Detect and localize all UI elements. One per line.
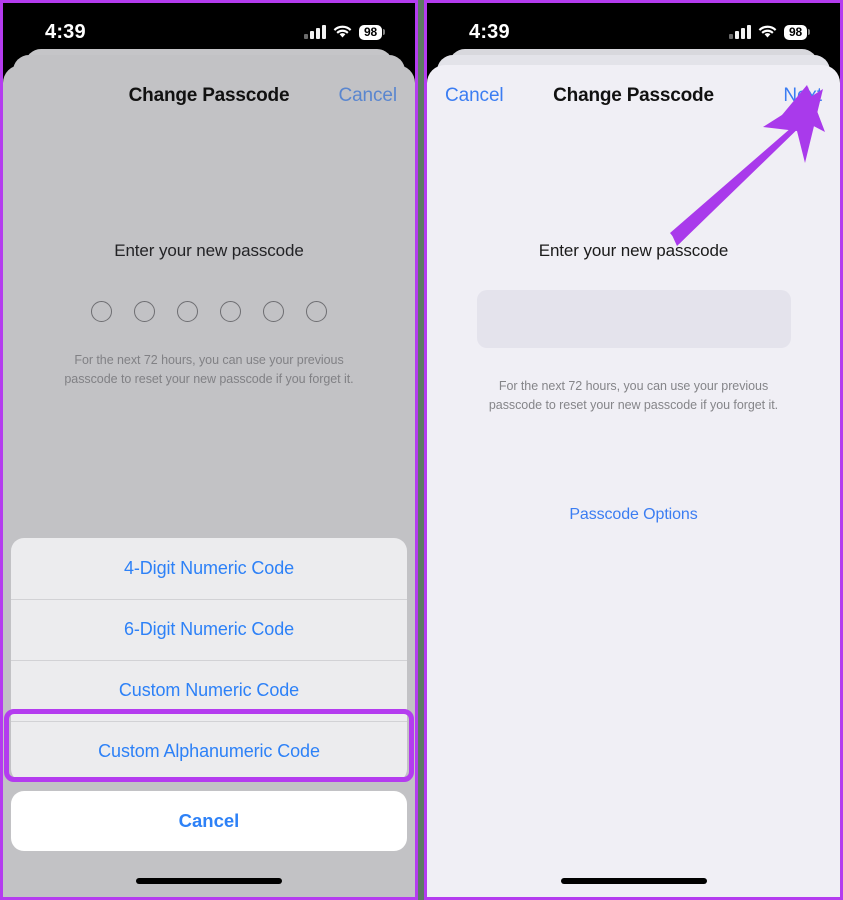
passcode-dot [306, 301, 327, 322]
navigation-bar-right: Cancel Change Passcode Next [427, 65, 840, 127]
passcode-note: For the next 72 hours, you can use your … [64, 353, 354, 387]
wifi-icon [758, 25, 777, 39]
screenshot-stage: 4:39 98 Change Passcode Cancel Enter you… [0, 0, 843, 900]
navigation-bar-left: Change Passcode Cancel [3, 65, 415, 127]
passcode-body-right: Enter your new passcode For the next 72 … [427, 127, 840, 524]
page-title: Change Passcode [128, 85, 290, 106]
passcode-note: For the next 72 hours, you can use your … [488, 379, 779, 413]
modal-sheet-right: Cancel Change Passcode Next Enter your n… [427, 65, 840, 897]
passcode-dot [220, 301, 241, 322]
battery-icon: 98 [784, 24, 810, 40]
action-sheet-cancel-button[interactable]: Cancel [11, 791, 407, 851]
signal-bars-icon [729, 25, 752, 39]
option-4-digit-numeric-code[interactable]: 4-Digit Numeric Code [11, 538, 407, 599]
cancel-button[interactable]: Cancel [445, 85, 504, 107]
cancel-button[interactable]: Cancel [338, 85, 397, 107]
ios-screen-left: 4:39 98 Change Passcode Cancel Enter you… [3, 3, 415, 897]
option-custom-alphanumeric-code[interactable]: Custom Alphanumeric Code [11, 721, 407, 782]
battery-tip [808, 29, 810, 35]
option-6-digit-numeric-code[interactable]: 6-Digit Numeric Code [11, 599, 407, 660]
status-clock: 4:39 [469, 20, 510, 43]
passcode-dot [91, 301, 112, 322]
status-indicators: 98 [729, 19, 810, 40]
status-bar-right: 4:39 98 [427, 3, 840, 55]
ios-screen-right: 4:39 98 Cancel Change Passcode Next Ente… [427, 3, 840, 897]
phone-screenshot-right: 4:39 98 Cancel Change Passcode Next Ente… [424, 0, 843, 900]
wifi-icon [333, 25, 352, 39]
passcode-dot [134, 301, 155, 322]
phone-screenshot-left: 4:39 98 Change Passcode Cancel Enter you… [0, 0, 418, 900]
signal-bars-icon [304, 25, 327, 39]
status-clock: 4:39 [45, 20, 86, 43]
passcode-input-field[interactable] [476, 290, 791, 348]
battery-icon: 98 [359, 24, 385, 40]
page-title: Change Passcode [553, 85, 714, 106]
battery-level: 98 [784, 24, 807, 40]
passcode-options-link[interactable]: Passcode Options [427, 506, 840, 524]
battery-tip [383, 29, 385, 35]
passcode-prompt: Enter your new passcode [114, 241, 304, 260]
action-sheet-options: 4-Digit Numeric Code 6-Digit Numeric Cod… [11, 538, 407, 782]
home-indicator [136, 878, 282, 884]
option-custom-numeric-code[interactable]: Custom Numeric Code [11, 660, 407, 721]
home-indicator [560, 878, 707, 884]
status-indicators: 98 [304, 19, 385, 40]
passcode-dots[interactable] [3, 301, 415, 322]
status-bar-left: 4:39 98 [3, 3, 415, 55]
passcode-prompt: Enter your new passcode [538, 241, 729, 260]
next-button[interactable]: Next [783, 85, 822, 107]
passcode-options-action-sheet: 4-Digit Numeric Code 6-Digit Numeric Cod… [4, 538, 414, 851]
passcode-dot [177, 301, 198, 322]
passcode-dot [263, 301, 284, 322]
battery-level: 98 [359, 24, 382, 40]
passcode-body-left: Enter your new passcode For the next 72 … [3, 127, 415, 390]
